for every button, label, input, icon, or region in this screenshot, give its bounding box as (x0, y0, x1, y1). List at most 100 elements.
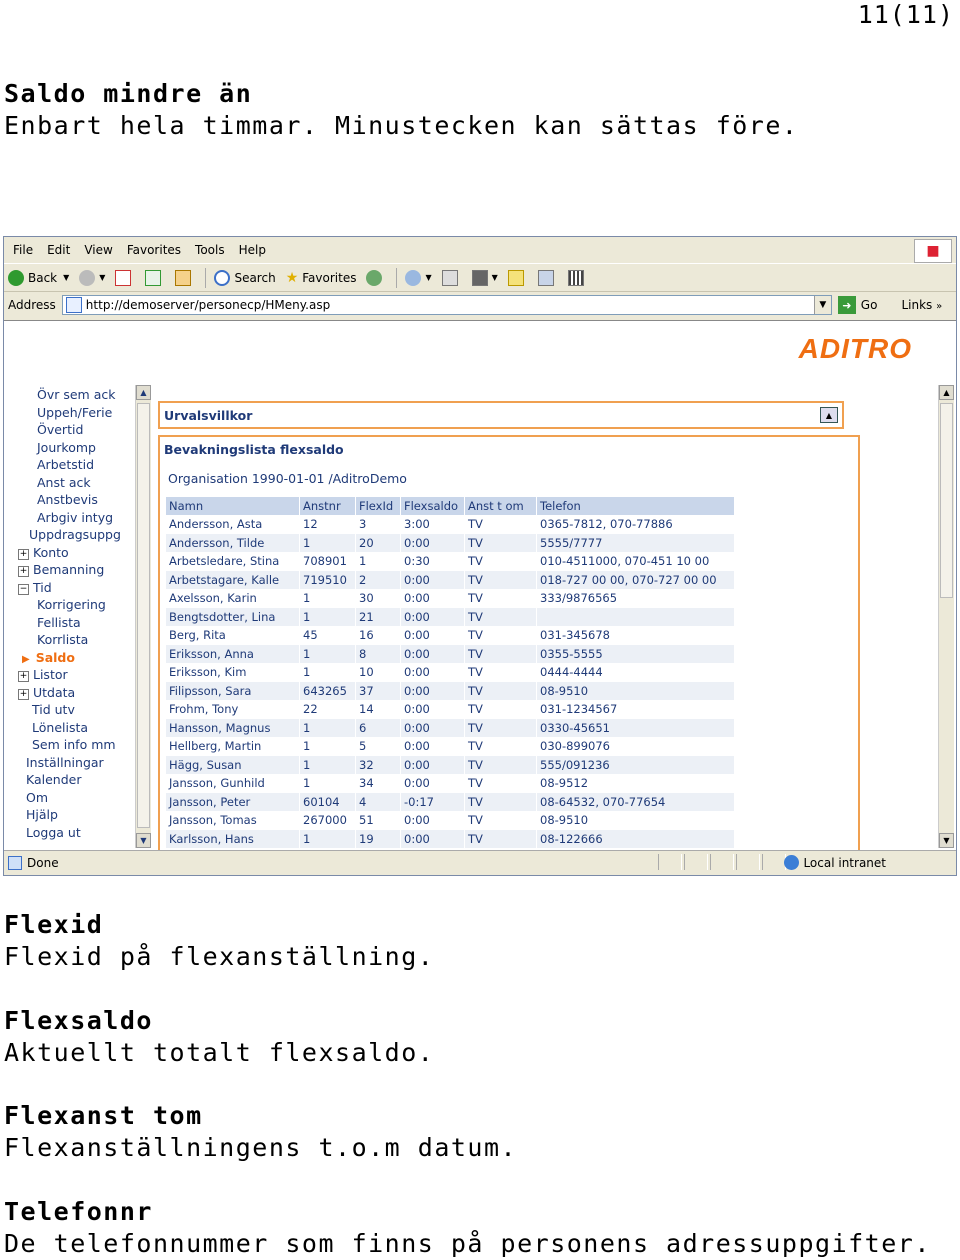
nav-item-fellista[interactable]: Fellista (37, 615, 81, 631)
discuss-button[interactable] (507, 269, 528, 286)
nav-item-lonelista[interactable]: Lönelista (32, 720, 88, 736)
table-row[interactable]: Karlsson, Hans 1 19 0:00 TV 08-122666 (166, 829, 735, 848)
nav-item-saldo[interactable]: ▶ Saldo (22, 650, 75, 668)
content-scrollbar[interactable]: ▲ ▼ (938, 385, 954, 848)
table-row[interactable]: Bengtsdotter, Lina 1 21 0:00 TV (166, 607, 735, 626)
table-row[interactable]: Frohm, Tony 22 14 0:00 TV 031-1234567 (166, 700, 735, 719)
nav-item-anstbevis[interactable]: Anstbevis (37, 492, 98, 508)
scroll-down-icon[interactable]: ▼ (136, 833, 151, 848)
table-row[interactable]: Hägg, Susan 1 32 0:00 TV 555/091236 (166, 755, 735, 774)
menu-help[interactable]: Help (239, 243, 266, 257)
nav-item-tid[interactable]: − Tid (18, 580, 52, 596)
collapse-panel-icon[interactable]: ▲ (820, 407, 838, 423)
grid-icon (567, 269, 584, 286)
browser-window: File Edit View Favorites Tools Help ■ Ba… (3, 236, 957, 876)
table-row[interactable]: Jansson, Peter 60104 4 -0:17 TV 08-64532, 070… (166, 792, 735, 811)
nav-item-tid-utv[interactable]: Tid utv (32, 702, 75, 718)
scroll-up-icon[interactable]: ▲ (136, 385, 151, 400)
cell-anstnr: 1 (300, 607, 356, 626)
address-input[interactable]: http://demoserver/personecp/HMeny.asp ▼ (61, 295, 832, 315)
col-telefon[interactable]: Telefon (537, 497, 735, 515)
expand-icon[interactable]: + (18, 671, 29, 682)
table-row[interactable]: Eriksson, Anna 1 8 0:00 TV 0355-5555 (166, 644, 735, 663)
menu-favorites[interactable]: Favorites (127, 243, 181, 257)
nav-item-anst-ack[interactable]: Anst ack (37, 475, 91, 491)
menu-view[interactable]: View (84, 243, 112, 257)
cell-flexid: 34 (356, 774, 401, 793)
history-button[interactable] (366, 269, 386, 286)
forward-button[interactable]: ▼ (79, 269, 105, 286)
col-anstnr[interactable]: Anstnr (300, 497, 356, 515)
research-button[interactable] (567, 269, 588, 286)
edit-dropdown-icon[interactable]: ▼ (492, 273, 498, 282)
table-row[interactable]: Arbetsledare, Stina 708901 1 0:30 TV 010-4511… (166, 552, 735, 571)
nav-item-logga-ut[interactable]: Logga ut (26, 825, 81, 841)
print-button[interactable] (441, 269, 462, 286)
table-row[interactable]: Hansson, Magnus 1 6 0:00 TV 0330-45651 (166, 718, 735, 737)
mail-dropdown-icon[interactable]: ▼ (425, 273, 431, 282)
nav-scroll-thumb[interactable] (137, 403, 150, 828)
table-row[interactable]: Jansson, Gunhild 1 34 0:00 TV 08-9512 (166, 774, 735, 793)
expand-icon[interactable]: + (18, 688, 29, 700)
cell-anstnr: 1 (300, 774, 356, 793)
messenger-button[interactable] (537, 269, 558, 286)
table-row[interactable]: Berg, Rita 45 16 0:00 TV 031-345678 (166, 626, 735, 645)
nav-scrollbar[interactable]: ▲ ▼ (135, 385, 151, 848)
menu-file[interactable]: File (13, 243, 33, 257)
search-button[interactable]: Search (214, 269, 276, 286)
nav-item-arbetstid[interactable]: Arbetstid (37, 457, 94, 473)
nav-item-ovr-sem-ack[interactable]: Övr sem ack (37, 387, 115, 403)
nav-item-arbgiv-intyg[interactable]: Arbgiv intyg (37, 510, 113, 526)
table-row[interactable]: Filipsson, Sara 643265 37 0:00 TV 08-9510 (166, 681, 735, 700)
col-flexsaldo[interactable]: Flexsaldo (401, 497, 465, 515)
col-flexid[interactable]: FlexId (356, 497, 401, 515)
cell-telefon: 08-9510 (537, 811, 735, 830)
go-button[interactable]: ➜ Go (837, 296, 877, 314)
stop-button[interactable] (115, 269, 135, 286)
table-row[interactable]: Andersson, Tilde 1 20 0:00 TV 5555/7777 (166, 533, 735, 552)
nav-item-korrigering[interactable]: Korrigering (37, 597, 106, 613)
nav-item-listor[interactable]: + Listor (18, 667, 68, 683)
edit-button[interactable]: ▼ (471, 269, 498, 286)
expand-icon[interactable]: + (18, 566, 29, 577)
table-row[interactable]: Arbetstagare, Kalle 719510 2 0:00 TV 018-727 … (166, 570, 735, 589)
nav-item-kalender[interactable]: Kalender (26, 772, 82, 788)
nav-item-overtid[interactable]: Övertid (37, 422, 83, 438)
nav-item-bemanning[interactable]: + Bemanning (18, 562, 104, 578)
nav-item-korrlista[interactable]: Korrlista (37, 632, 88, 648)
back-dropdown-icon[interactable]: ▼ (63, 273, 69, 282)
nav-item-hjalp[interactable]: Hjälp (26, 807, 58, 823)
menu-edit[interactable]: Edit (47, 243, 70, 257)
col-namn[interactable]: Namn (166, 497, 300, 515)
nav-item-utdata[interactable]: + Utdata (18, 685, 75, 701)
collapse-icon[interactable]: − (18, 583, 29, 595)
intro-text: Enbart hela timmar. Minustecken kan sätt… (4, 111, 799, 140)
nav-item-sem-info[interactable]: Sem info mm (32, 737, 116, 753)
nav-item-konto[interactable]: + Konto (18, 545, 69, 561)
nav-item-om[interactable]: Om (26, 790, 48, 806)
nav-item-jourkomp[interactable]: Jourkomp (37, 440, 96, 456)
scroll-down-icon[interactable]: ▼ (939, 833, 954, 848)
scroll-up-icon[interactable]: ▲ (939, 385, 954, 400)
nav-item-installningar[interactable]: Inställningar (26, 755, 104, 771)
back-button[interactable]: Back ▼ (8, 269, 69, 286)
address-dropdown-icon[interactable]: ▼ (813, 296, 831, 314)
expand-icon[interactable]: + (18, 548, 29, 560)
table-row[interactable]: Andersson, Asta 12 3 3:00 TV 0365-7812, 070-7… (166, 515, 735, 534)
cell-anst-tom: TV (465, 755, 537, 774)
mail-button[interactable]: ▼ (405, 269, 432, 286)
table-row[interactable]: Axelsson, Karin 1 30 0:00 TV 333/9876565 (166, 589, 735, 608)
table-row[interactable]: Hellberg, Martin 1 5 0:00 TV 030-899076 (166, 737, 735, 756)
col-anst-tom[interactable]: Anst t om (465, 497, 537, 515)
forward-dropdown-icon[interactable]: ▼ (99, 273, 105, 282)
table-row[interactable]: Eriksson, Kim 1 10 0:00 TV 0444-4444 (166, 663, 735, 682)
refresh-button[interactable] (145, 269, 165, 286)
home-button[interactable] (175, 269, 195, 286)
nav-item-uppdragsuppg[interactable]: Uppdragsuppg (29, 527, 121, 543)
nav-item-uppeh-ferie[interactable]: Uppeh/Ferie (37, 405, 112, 421)
content-scroll-thumb[interactable] (940, 403, 953, 598)
table-row[interactable]: Jansson, Tomas 267000 51 0:00 TV 08-9510 (166, 811, 735, 830)
favorites-button[interactable]: ★ Favorites (286, 270, 357, 286)
menu-tools[interactable]: Tools (195, 243, 225, 257)
links-button[interactable]: Links » (901, 298, 942, 312)
